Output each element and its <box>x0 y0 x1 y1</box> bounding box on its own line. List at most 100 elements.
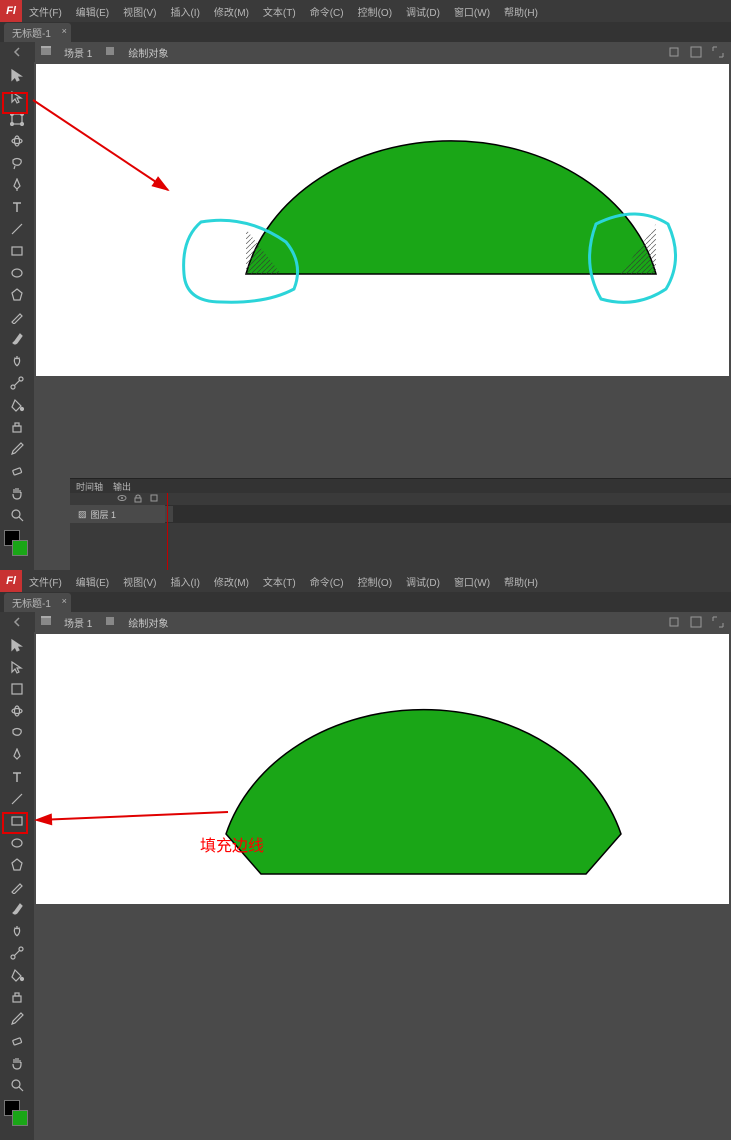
menu-help[interactable]: 帮助(H) <box>497 0 545 22</box>
timeline-tab[interactable]: 时间轴 <box>76 480 103 493</box>
rectangle-tool[interactable] <box>2 240 32 262</box>
oval-tool[interactable] <box>2 832 32 854</box>
stage-canvas[interactable] <box>36 64 729 376</box>
menu-debug[interactable]: 调试(D) <box>399 0 447 22</box>
menu-text[interactable]: 文本(T) <box>256 0 303 22</box>
menu-commands[interactable]: 命令(C) <box>303 570 351 592</box>
center-stage-icon[interactable] <box>667 45 681 59</box>
menu-view[interactable]: 视图(V) <box>116 570 163 592</box>
output-tab[interactable]: 输出 <box>113 480 131 493</box>
menu-file[interactable]: 文件(F) <box>22 0 69 22</box>
brush-tool[interactable] <box>2 898 32 920</box>
document-tab[interactable]: 无标题-1 × <box>4 23 71 42</box>
paint-bucket-tool[interactable] <box>2 394 32 416</box>
free-transform-tool[interactable] <box>2 678 32 700</box>
clip-icon[interactable] <box>689 615 703 629</box>
ink-bottle-tool[interactable] <box>2 986 32 1008</box>
polystar-tool[interactable] <box>2 854 32 876</box>
selection-tool[interactable] <box>2 634 32 656</box>
fullscreen-icon[interactable] <box>711 45 725 59</box>
lock-icon[interactable] <box>133 493 143 506</box>
symbol-label[interactable]: 绘制对象 <box>128 45 168 60</box>
menu-text[interactable]: 文本(T) <box>256 570 303 592</box>
menu-help[interactable]: 帮助(H) <box>497 570 545 592</box>
clip-icon[interactable] <box>689 45 703 59</box>
oval-tool[interactable] <box>2 262 32 284</box>
outline-icon[interactable] <box>149 493 159 506</box>
color-swatches[interactable] <box>4 530 30 570</box>
center-stage-icon[interactable] <box>667 615 681 629</box>
pen-tool[interactable] <box>2 174 32 196</box>
bone-tool[interactable] <box>2 372 32 394</box>
scene-label[interactable]: 场景 1 <box>64 615 92 630</box>
close-icon[interactable]: × <box>62 26 67 36</box>
fill-swatch[interactable] <box>12 540 28 556</box>
lasso-tool[interactable] <box>2 722 32 744</box>
document-tab[interactable]: 无标题-1 × <box>4 593 71 612</box>
menu-control[interactable]: 控制(O) <box>351 0 399 22</box>
pen-tool[interactable] <box>2 744 32 766</box>
layer-icon: ▨ <box>78 509 87 520</box>
edit-bar-back-button[interactable] <box>0 42 35 62</box>
zoom-tool[interactable] <box>2 1074 32 1096</box>
deco-tool[interactable] <box>2 920 32 942</box>
color-swatches[interactable] <box>4 1100 30 1140</box>
scene-label[interactable]: 场景 1 <box>64 45 92 60</box>
symbol-icon <box>104 615 116 630</box>
rectangle-tool[interactable] <box>2 810 32 832</box>
hand-tool[interactable] <box>2 1052 32 1074</box>
line-tool[interactable] <box>2 218 32 240</box>
timeline-layer-row[interactable]: ▨ 图层 1 <box>70 505 731 523</box>
eraser-tool[interactable] <box>2 460 32 482</box>
pencil-tool[interactable] <box>2 876 32 898</box>
close-icon[interactable]: × <box>62 596 67 606</box>
menu-insert[interactable]: 插入(I) <box>163 570 206 592</box>
menu-insert[interactable]: 插入(I) <box>163 0 206 22</box>
app-logo: Fl <box>0 0 22 22</box>
fill-swatch[interactable] <box>12 1110 28 1126</box>
menu-edit[interactable]: 编辑(E) <box>69 0 116 22</box>
3d-rotation-tool[interactable] <box>2 130 32 152</box>
menu-debug[interactable]: 调试(D) <box>399 570 447 592</box>
menu-file[interactable]: 文件(F) <box>22 570 69 592</box>
paint-bucket-tool[interactable] <box>2 964 32 986</box>
eraser-tool[interactable] <box>2 1030 32 1052</box>
clapper-icon <box>40 615 52 630</box>
text-tool[interactable] <box>2 766 32 788</box>
menu-edit[interactable]: 编辑(E) <box>69 570 116 592</box>
menu-control[interactable]: 控制(O) <box>351 570 399 592</box>
3d-rotation-tool[interactable] <box>2 700 32 722</box>
lasso-tool[interactable] <box>2 152 32 174</box>
menu-window[interactable]: 窗口(W) <box>447 570 497 592</box>
menu-modify[interactable]: 修改(M) <box>207 570 256 592</box>
text-tool[interactable] <box>2 196 32 218</box>
pencil-tool[interactable] <box>2 306 32 328</box>
menu-window[interactable]: 窗口(W) <box>447 0 497 22</box>
ink-bottle-tool[interactable] <box>2 416 32 438</box>
deco-tool[interactable] <box>2 350 32 372</box>
hand-tool[interactable] <box>2 482 32 504</box>
bone-tool[interactable] <box>2 942 32 964</box>
zoom-tool[interactable] <box>2 504 32 526</box>
eyedropper-tool[interactable] <box>2 438 32 460</box>
subselection-tool[interactable] <box>2 656 32 678</box>
eyedropper-tool[interactable] <box>2 1008 32 1030</box>
symbol-icon <box>104 45 116 60</box>
menu-commands[interactable]: 命令(C) <box>303 0 351 22</box>
tools-panel <box>0 632 34 1140</box>
polystar-tool[interactable] <box>2 284 32 306</box>
subselection-tool[interactable] <box>2 86 32 108</box>
selection-tool[interactable] <box>2 64 32 86</box>
stage-canvas[interactable] <box>36 634 729 904</box>
fullscreen-icon[interactable] <box>711 615 725 629</box>
edit-bar-back-button[interactable] <box>0 612 35 632</box>
symbol-label[interactable]: 绘制对象 <box>128 615 168 630</box>
line-tool[interactable] <box>2 788 32 810</box>
brush-tool[interactable] <box>2 328 32 350</box>
free-transform-tool[interactable] <box>2 108 32 130</box>
frames-area[interactable] <box>165 505 731 523</box>
eye-icon[interactable] <box>117 493 127 506</box>
playhead[interactable] <box>167 493 168 570</box>
menu-modify[interactable]: 修改(M) <box>207 0 256 22</box>
menu-view[interactable]: 视图(V) <box>116 0 163 22</box>
